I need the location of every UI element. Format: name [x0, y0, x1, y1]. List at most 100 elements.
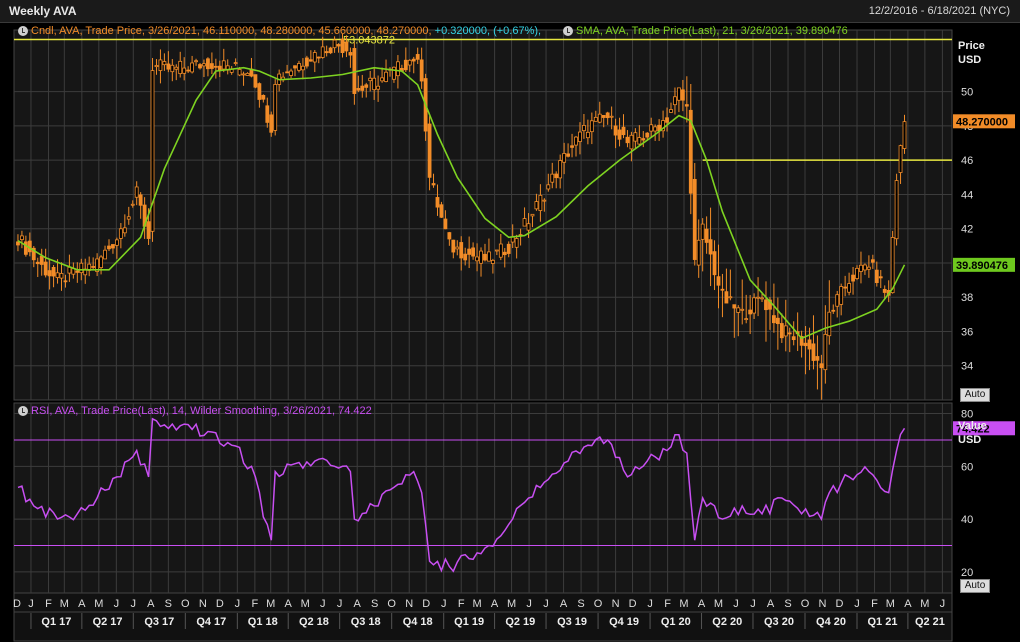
month-label: D — [422, 598, 430, 610]
candle-body — [455, 246, 460, 250]
month-label: S — [784, 598, 791, 610]
price-tick-label: 38 — [961, 292, 973, 304]
candle-body — [855, 267, 859, 279]
candle-body — [269, 114, 274, 133]
candle-body — [526, 223, 531, 231]
sma-last-badge: 39.890476 — [956, 260, 1008, 272]
candle-body — [356, 88, 361, 91]
month-label: M — [266, 598, 275, 610]
month-label: A — [285, 598, 293, 610]
candle-body — [348, 52, 353, 56]
candle-body — [206, 58, 210, 70]
candle-body — [490, 259, 495, 264]
candle-body — [870, 259, 875, 263]
quarter-label: Q2 21 — [915, 616, 945, 628]
candle-body — [439, 204, 444, 218]
candle-body — [312, 52, 317, 63]
candle-body — [241, 73, 246, 76]
candle-body — [839, 286, 844, 305]
candle-body — [716, 276, 721, 286]
candle-body — [487, 251, 491, 262]
candle-body — [704, 228, 709, 243]
info-icon[interactable] — [18, 406, 28, 416]
price-axis-header: Price USD — [958, 39, 985, 67]
candle-body — [138, 194, 143, 206]
rsi-axis-header: Value USD — [958, 419, 987, 447]
candle-body — [166, 63, 171, 70]
candle-body — [209, 63, 214, 69]
month-label: D — [629, 598, 637, 610]
candle-body — [641, 138, 646, 141]
candle-body — [174, 66, 179, 70]
candle-body — [186, 69, 191, 72]
price-auto-button[interactable]: Auto — [960, 388, 990, 402]
legend-rsi[interactable]: RSI, AVA, Trade Price(Last), 14, Wilder … — [18, 405, 372, 417]
candle-body — [510, 236, 515, 243]
candle-body — [328, 47, 333, 54]
month-label: F — [458, 598, 465, 610]
month-label: F — [664, 598, 671, 610]
candle-body — [261, 94, 266, 100]
quarter-label: Q2 20 — [712, 616, 742, 628]
candle-body — [819, 363, 824, 369]
candle-body — [122, 227, 127, 234]
month-label: J — [337, 598, 343, 610]
month-label: O — [181, 598, 190, 610]
quarter-label: Q4 19 — [609, 616, 639, 628]
month-label: D — [13, 598, 21, 610]
quarter-label: Q4 17 — [196, 616, 226, 628]
legend-candle-text: Cndl, AVA, Trade Price, 3/26/2021, 46.11… — [31, 25, 432, 37]
info-icon[interactable] — [18, 26, 28, 36]
candle-body — [550, 173, 555, 183]
candle-body — [344, 41, 349, 52]
rsi-auto-button[interactable]: Auto — [960, 579, 990, 593]
candle-body — [198, 64, 202, 69]
candle-body — [558, 160, 563, 179]
candle-body — [178, 60, 183, 75]
candle-body — [289, 70, 293, 76]
candle-body — [126, 216, 131, 220]
candle-body — [170, 64, 175, 73]
candle-body — [760, 297, 764, 300]
candle-body — [336, 44, 341, 47]
candle-body — [35, 261, 40, 265]
month-label: A — [147, 598, 155, 610]
candle-body — [894, 180, 899, 240]
candle-body — [103, 249, 107, 260]
candle-body — [130, 203, 135, 206]
candle-body — [538, 194, 543, 211]
month-label: N — [405, 598, 413, 610]
candle-body — [890, 237, 895, 294]
candle-body — [340, 38, 345, 54]
candle-body — [582, 125, 586, 132]
legend-sma[interactable]: SMA, AVA, Trade Price(Last), 21, 3/26/20… — [563, 25, 848, 37]
candle-body — [20, 235, 24, 241]
candle-body — [23, 241, 28, 255]
month-label: N — [612, 598, 620, 610]
rsi-tick-label: 20 — [961, 567, 973, 579]
rsi-panel — [13, 402, 953, 594]
rsi-tick-label: 40 — [961, 514, 973, 526]
candle-body — [459, 242, 464, 259]
candle-body — [118, 228, 123, 239]
candle-body — [51, 266, 56, 277]
month-label: A — [767, 598, 775, 610]
candle-body — [301, 65, 305, 71]
info-icon[interactable] — [563, 26, 573, 36]
candle-body — [99, 256, 103, 268]
candle-body — [435, 197, 440, 208]
candle-body — [534, 201, 539, 210]
candle-body — [162, 61, 167, 66]
month-label: O — [594, 598, 603, 610]
candle-body — [744, 318, 749, 321]
month-label: M — [507, 598, 516, 610]
candle-body — [815, 356, 820, 361]
candle-body — [154, 65, 159, 68]
candle-body — [43, 261, 48, 276]
candle-body — [589, 120, 594, 133]
candle-body — [475, 256, 479, 262]
candle-body — [649, 124, 654, 132]
candle-body — [522, 218, 527, 227]
candle-body — [368, 77, 373, 82]
legend-candle[interactable]: Cndl, AVA, Trade Price, 3/26/2021, 46.11… — [18, 25, 541, 37]
